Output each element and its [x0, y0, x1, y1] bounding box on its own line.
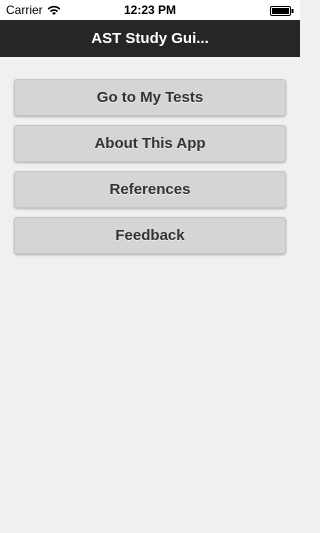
references-button[interactable]: References	[14, 171, 286, 208]
go-to-my-tests-label: Go to My Tests	[96, 89, 204, 106]
go-to-my-tests-button[interactable]: Go to My Tests	[14, 79, 286, 116]
feedback-button[interactable]: Feedback	[14, 217, 286, 254]
references-label: References	[109, 181, 191, 198]
battery-icon	[270, 5, 294, 16]
nav-title: AST Study Gui...	[91, 30, 209, 47]
about-this-app-label: About This App	[94, 135, 206, 152]
about-this-app-button[interactable]: About This App	[14, 125, 286, 162]
main-menu: Go to My Tests About This App References…	[14, 79, 286, 263]
status-bar: Carrier 12:23 PM	[0, 0, 300, 20]
status-time: 12:23 PM	[123, 3, 177, 17]
feedback-label: Feedback	[115, 227, 185, 244]
nav-bar: AST Study Gui...	[0, 20, 300, 57]
